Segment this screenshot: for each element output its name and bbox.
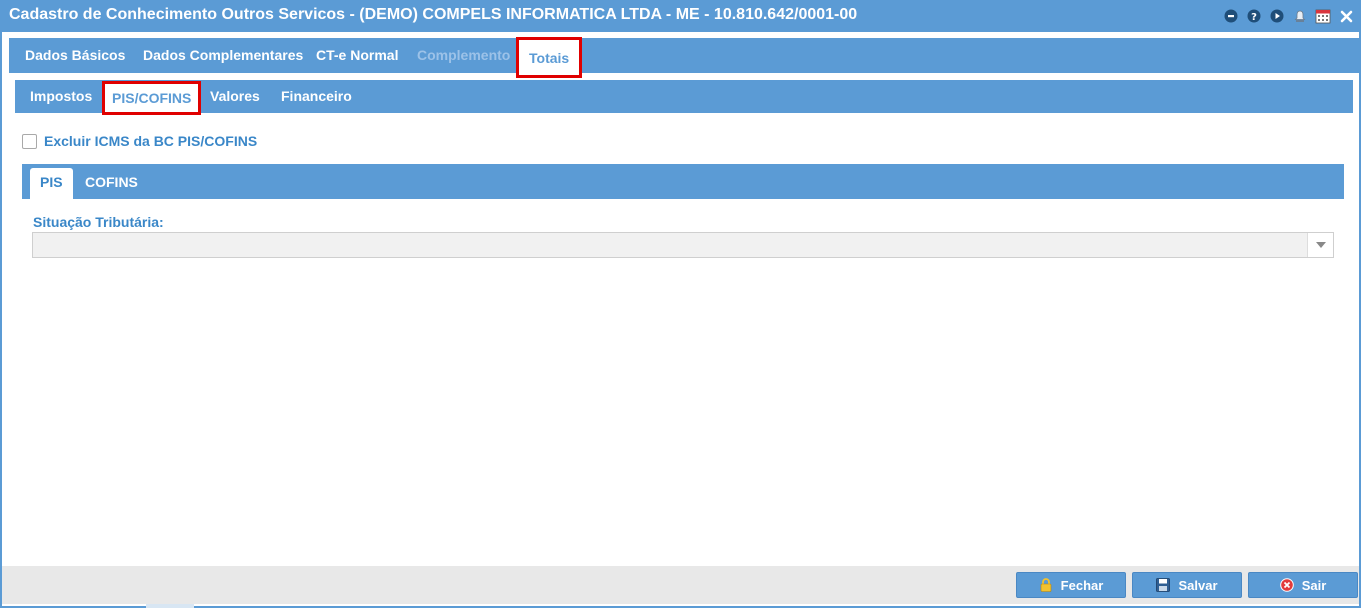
chevron-down-icon[interactable] (1307, 233, 1333, 257)
main-tabs: Dados Básicos Dados Complementares CT-e … (9, 37, 1359, 78)
play-icon[interactable] (1268, 7, 1286, 25)
title-bar: Cadastro de Conhecimento Outros Servicos… (0, 0, 1361, 32)
salvar-button[interactable]: Salvar (1132, 572, 1242, 598)
title-icons: ? (1222, 7, 1355, 25)
fechar-label: Fechar (1060, 577, 1104, 593)
situacao-tributaria-label: Situação Tributária: (33, 214, 164, 230)
tab-totais[interactable]: Totais (516, 37, 583, 78)
tab-cte-normal[interactable]: CT-e Normal (316, 38, 398, 73)
tax-tabs: PIS COFINS (22, 164, 1344, 199)
tab-impostos[interactable]: Impostos (30, 80, 92, 113)
tab-pis-cofins[interactable]: PIS/COFINS (102, 81, 202, 115)
totais-sub-tabs: Impostos PIS/COFINS Valores Financeiro (15, 80, 1353, 115)
situacao-tributaria-select[interactable] (32, 232, 1334, 258)
exit-icon (1279, 578, 1294, 592)
tab-cofins[interactable]: COFINS (85, 164, 138, 199)
calendar-icon[interactable] (1314, 7, 1332, 25)
minimize-icon[interactable] (1222, 7, 1240, 25)
tab-complemento: Complemento (417, 47, 511, 63)
sair-label: Sair (1301, 577, 1327, 593)
tab-valores[interactable]: Valores (210, 80, 260, 113)
salvar-label: Salvar (1178, 577, 1218, 593)
tab-dados-basicos[interactable]: Dados Básicos (25, 38, 125, 73)
exclude-icms-row: Excluir ICMS da BC PIS/COFINS (22, 132, 257, 150)
lock-icon (1039, 578, 1053, 592)
sair-button[interactable]: Sair (1248, 572, 1358, 598)
exclude-icms-checkbox[interactable] (22, 133, 37, 149)
save-icon (1156, 578, 1171, 592)
tab-dados-complementares[interactable]: Dados Complementares (143, 38, 303, 73)
svg-text:?: ? (1251, 12, 1257, 23)
fechar-button[interactable]: Fechar (1016, 572, 1126, 598)
bell-icon[interactable] (1291, 7, 1309, 25)
window-title: Cadastro de Conhecimento Outros Servicos… (9, 6, 858, 23)
tab-financeiro[interactable]: Financeiro (281, 80, 352, 113)
tab-pis[interactable]: PIS (30, 168, 73, 199)
exclude-icms-label[interactable]: Excluir ICMS da BC PIS/COFINS (44, 133, 257, 149)
help-icon[interactable]: ? (1245, 7, 1263, 25)
scroll-indicator (146, 604, 194, 608)
close-icon[interactable] (1337, 7, 1355, 25)
